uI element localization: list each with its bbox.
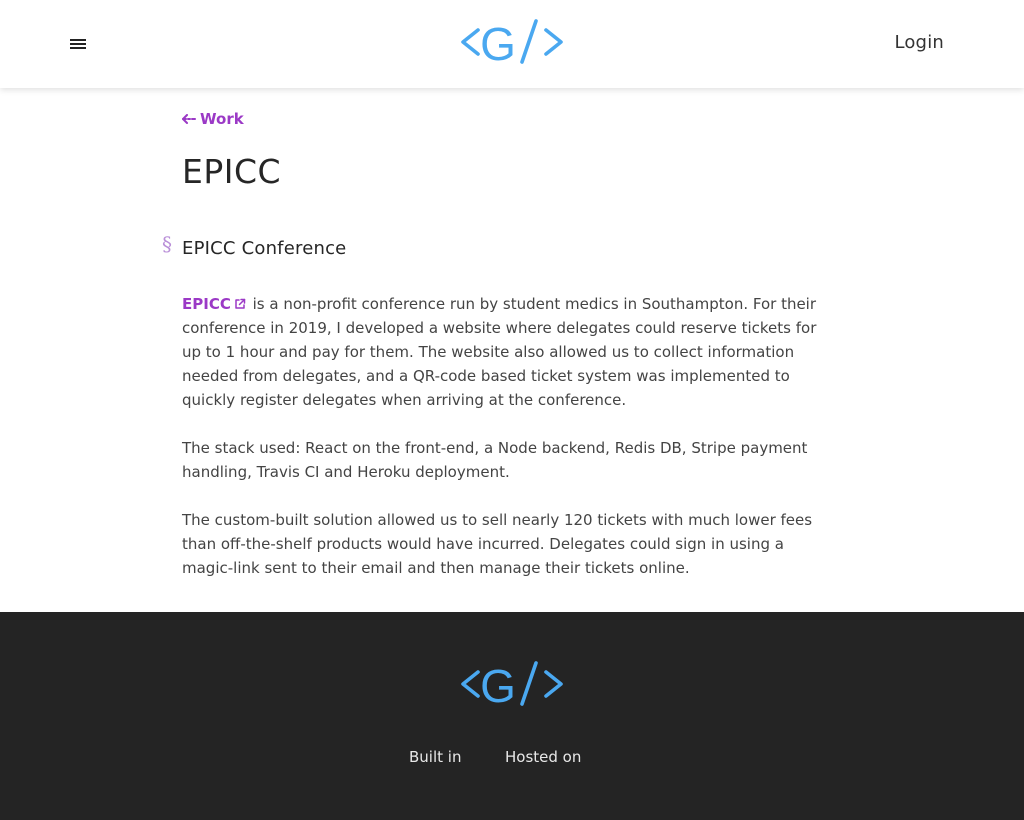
epicc-link-label: EPICC bbox=[182, 295, 231, 313]
back-to-work-link[interactable]: Work bbox=[182, 110, 244, 128]
external-link-icon bbox=[235, 298, 246, 309]
paragraph-intro: EPICC is a non-profit conference run by … bbox=[182, 292, 834, 412]
logo-text: G bbox=[480, 18, 516, 68]
paragraph-outcome: The custom-built solution allowed us to … bbox=[182, 511, 813, 577]
epicc-external-link[interactable]: EPICC bbox=[182, 295, 248, 313]
site-footer: G Built in Hosted on bbox=[0, 612, 1024, 820]
site-logo[interactable]: G bbox=[460, 16, 564, 68]
section-heading: EPICC Conference bbox=[182, 238, 347, 259]
footer-logo[interactable]: G bbox=[460, 658, 564, 710]
hosted-on-label: Hosted on bbox=[505, 748, 582, 766]
built-in-label: Built in bbox=[409, 748, 462, 766]
paragraph-intro-text: is a non-profit conference run by studen… bbox=[182, 295, 817, 409]
hamburger-menu-button[interactable] bbox=[62, 28, 94, 60]
footer-logo-text: G bbox=[480, 660, 516, 710]
login-link[interactable]: Login bbox=[894, 32, 944, 53]
site-header: G Login bbox=[0, 0, 1024, 88]
arrow-left-icon bbox=[182, 114, 196, 124]
section-anchor-icon[interactable]: § bbox=[162, 232, 172, 256]
page-title: EPICC bbox=[182, 152, 282, 191]
hamburger-menu-icon bbox=[70, 39, 86, 49]
paragraph-stack: The stack used: React on the front-end, … bbox=[182, 439, 808, 481]
back-link-label: Work bbox=[200, 110, 244, 128]
